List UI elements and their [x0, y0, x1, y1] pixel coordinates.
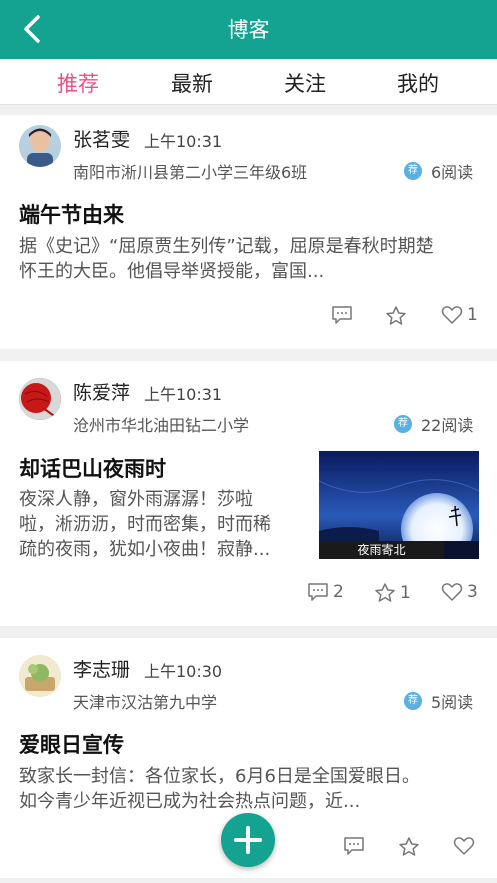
post-thumbnail[interactable]: 夜雨寄北 [319, 451, 479, 559]
comment-icon [332, 306, 352, 324]
avatar[interactable] [19, 125, 61, 167]
post-card[interactable]: 陈爱萍 上午10:31 沧州市华北油田钻二小学 荐 22阅读 却话巴山夜雨时 夜… [0, 361, 497, 626]
comment-icon [308, 583, 328, 601]
read-count: 5阅读 [431, 693, 474, 712]
post-time: 上午10:30 [144, 662, 223, 681]
author-name[interactable]: 陈爱萍 [73, 378, 130, 405]
star-icon [399, 837, 419, 856]
heart-icon [441, 306, 463, 324]
recommended-badge: 荐 [404, 162, 422, 180]
school-name: 南阳市淅川县第二小学三年级6班 [73, 163, 308, 182]
like-button[interactable]: 1 [374, 582, 411, 603]
tab-recommended[interactable]: 推荐 [16, 68, 140, 98]
favorite-count: 1 [467, 305, 478, 325]
post-time: 上午10:31 [144, 132, 223, 151]
comment-count: 2 [333, 582, 344, 602]
author-name[interactable]: 张茗雯 [73, 125, 130, 152]
thumbnail-caption: 夜雨寄北 [319, 541, 444, 559]
heart-icon [453, 837, 475, 855]
favorite-count: 3 [467, 582, 478, 602]
comment-button[interactable] [343, 836, 365, 856]
post-title[interactable]: 爱眼日宣传 [19, 729, 124, 759]
post-summary: 致家长一封信：各位家长，6月6日是全国爱眼日。 如今青少年近视已成为社会热点问题… [19, 766, 420, 812]
heart-icon [441, 583, 463, 601]
tab-following[interactable]: 关注 [243, 68, 367, 98]
read-count: 22阅读 [421, 416, 474, 435]
new-post-button[interactable] [221, 813, 275, 867]
favorite-button[interactable] [453, 836, 475, 856]
school-name: 天津市汉沽第九中学 [73, 693, 218, 712]
tab-mine[interactable]: 我的 [356, 68, 480, 98]
like-button[interactable] [385, 305, 407, 326]
read-count: 6阅读 [431, 163, 474, 182]
like-button[interactable] [398, 836, 420, 857]
comment-button[interactable] [331, 305, 353, 325]
author-name[interactable]: 李志珊 [73, 655, 130, 682]
avatar[interactable] [19, 378, 61, 420]
page-title: 博客 [227, 18, 270, 42]
school-name: 沧州市华北油田钻二小学 [73, 416, 250, 435]
avatar[interactable] [19, 655, 61, 697]
post-title[interactable]: 端午节由来 [19, 199, 124, 229]
tab-latest[interactable]: 最新 [130, 68, 254, 98]
post-card[interactable]: 张茗雯 上午10:31 南阳市淅川县第二小学三年级6班 荐 6阅读 端午节由来 … [0, 115, 497, 349]
favorite-button[interactable]: 3 [441, 582, 478, 602]
recommended-badge: 荐 [394, 415, 412, 433]
post-time: 上午10:31 [144, 385, 223, 404]
recommended-badge: 荐 [404, 692, 422, 710]
like-count: 1 [400, 582, 411, 603]
app-bar: 博客 [0, 0, 497, 59]
post-title[interactable]: 却话巴山夜雨时 [19, 453, 166, 483]
post-summary: 据《史记》“屈原贾生列传”记载，屈原是春秋时期楚 怀王的大臣。他倡导举贤授能，富… [19, 236, 434, 282]
plus-icon [234, 826, 262, 854]
star-icon [375, 583, 395, 602]
post-summary: 夜深人静，窗外雨潺潺！莎啦 啦，淅沥沥，时而密集，时而稀 疏的夜雨，犹如小夜曲！… [19, 489, 271, 560]
comment-icon [344, 837, 364, 855]
comment-button[interactable]: 2 [307, 582, 344, 602]
star-icon [386, 306, 406, 325]
tab-bar: 推荐 最新 关注 我的 [0, 59, 497, 105]
favorite-button[interactable]: 1 [441, 305, 478, 325]
